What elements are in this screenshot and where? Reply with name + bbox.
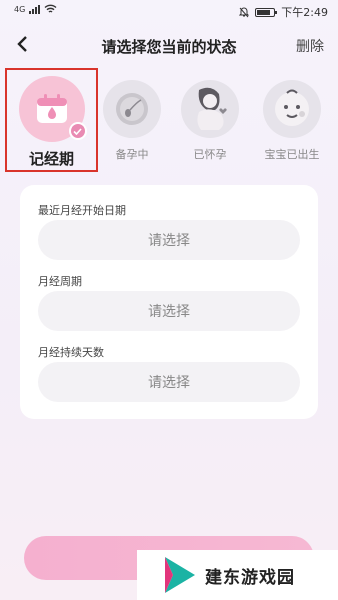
- status-bar: 4G 下午2:49: [0, 0, 338, 22]
- state-icon-circle: [181, 80, 239, 138]
- state-icon-circle: [103, 80, 161, 138]
- select-last-period-date[interactable]: 请选择: [38, 220, 300, 260]
- delete-button[interactable]: 删除: [296, 36, 324, 56]
- state-option-baby-born[interactable]: 宝宝已出生: [252, 68, 332, 172]
- state-option-period[interactable]: 记经期: [5, 68, 98, 172]
- watermark-text: 建东游戏园: [205, 567, 295, 588]
- battery-icon: [255, 7, 278, 17]
- state-icon-circle: [18, 76, 87, 142]
- state-selector: 记经期 备孕中 已怀孕 宝宝已出生: [0, 68, 338, 178]
- header: 请选择您当前的状态 删除: [0, 30, 338, 60]
- select-cycle-length[interactable]: 请选择: [38, 291, 300, 331]
- page-title: 请选择您当前的状态: [101, 38, 237, 56]
- state-label: 备孕中: [115, 148, 149, 161]
- pregnant-woman-icon: [197, 87, 227, 130]
- state-option-pregnant[interactable]: 已怀孕: [170, 68, 250, 172]
- period-form-card: 最近月经开始日期 请选择 月经周期 请选择 月经持续天数 请选择: [20, 185, 318, 419]
- signal-icon: [29, 4, 41, 14]
- wifi-icon: [44, 4, 57, 13]
- sperm-egg-icon: [116, 93, 148, 125]
- field-label-cycle: 月经周期: [38, 275, 82, 288]
- state-option-trying[interactable]: 备孕中: [92, 68, 172, 172]
- watermark-logo-icon: [165, 557, 195, 593]
- state-icon-circle: [263, 80, 321, 138]
- field-label-duration: 月经持续天数: [38, 346, 104, 359]
- state-label: 已怀孕: [193, 148, 227, 161]
- field-label-last-period: 最近月经开始日期: [38, 204, 126, 217]
- network-type: 4G: [14, 4, 26, 14]
- state-label: 记经期: [28, 150, 74, 168]
- baby-icon: [275, 89, 309, 126]
- selected-check-icon: [68, 122, 87, 140]
- clock: 下午2:49: [281, 6, 328, 19]
- select-period-duration[interactable]: 请选择: [38, 362, 300, 402]
- mute-icon: [239, 7, 250, 17]
- calendar-drop-icon: [36, 94, 67, 123]
- watermark: 建东游戏园: [137, 550, 338, 600]
- state-label: 宝宝已出生: [264, 148, 320, 161]
